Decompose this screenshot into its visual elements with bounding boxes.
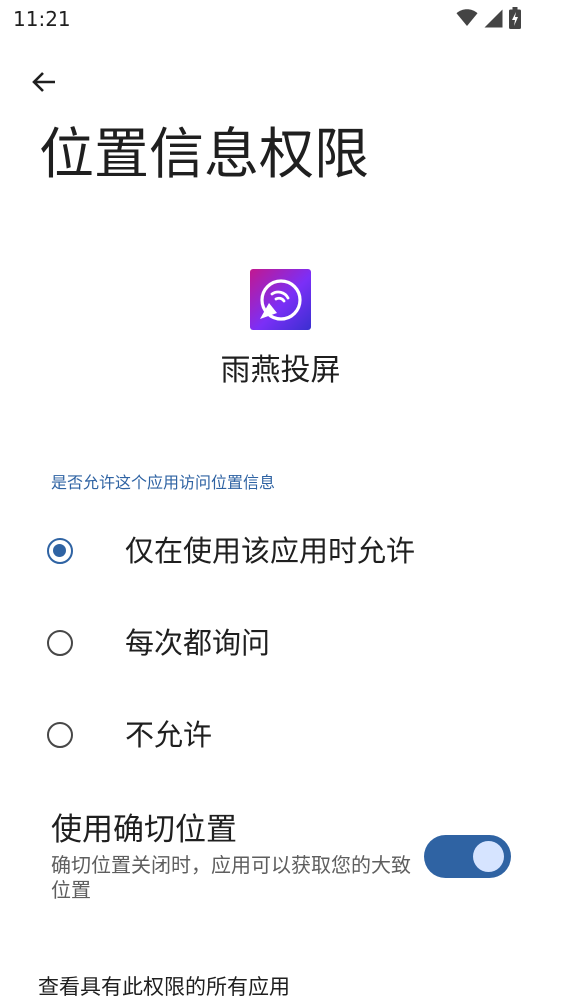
radio-dot bbox=[53, 544, 66, 557]
back-button[interactable] bbox=[22, 60, 66, 104]
radio-unselected-icon[interactable] bbox=[47, 722, 73, 748]
precise-location-toggle[interactable] bbox=[424, 835, 511, 878]
option-allow-while-using[interactable]: 仅在使用该应用时允许 bbox=[0, 513, 561, 593]
permission-question: 是否允许这个应用访问位置信息 bbox=[51, 473, 276, 492]
option-deny[interactable]: 不允许 bbox=[0, 697, 561, 777]
status-icons bbox=[456, 7, 521, 29]
page-title: 位置信息权限 bbox=[39, 122, 370, 186]
view-all-apps-link[interactable]: 查看具有此权限的所有应用 bbox=[38, 972, 290, 1002]
radio-unselected-icon[interactable] bbox=[47, 630, 73, 656]
app-name: 雨燕投屏 bbox=[220, 353, 341, 388]
wifi-icon bbox=[456, 9, 478, 27]
precise-location-row[interactable]: 使用确切位置 确切位置关闭时，应用可以获取您的大致位置 bbox=[0, 805, 561, 915]
arrow-left-icon bbox=[32, 72, 55, 92]
app-icon bbox=[250, 269, 311, 330]
screen-cast-app-icon bbox=[250, 269, 311, 330]
precise-location-description: 确切位置关闭时，应用可以获取您的大致位置 bbox=[51, 853, 411, 902]
option-ask-every-time[interactable]: 每次都询问 bbox=[0, 605, 561, 685]
toggle-thumb bbox=[473, 841, 504, 872]
battery-charging-icon bbox=[509, 7, 521, 29]
option-label: 每次都询问 bbox=[125, 626, 271, 660]
option-label: 不允许 bbox=[125, 718, 213, 752]
radio-selected-icon[interactable] bbox=[47, 538, 73, 564]
status-time: 11:21 bbox=[13, 7, 71, 31]
precise-location-title: 使用确切位置 bbox=[51, 812, 237, 848]
option-label: 仅在使用该应用时允许 bbox=[125, 534, 416, 568]
cellular-signal-icon bbox=[484, 9, 503, 27]
